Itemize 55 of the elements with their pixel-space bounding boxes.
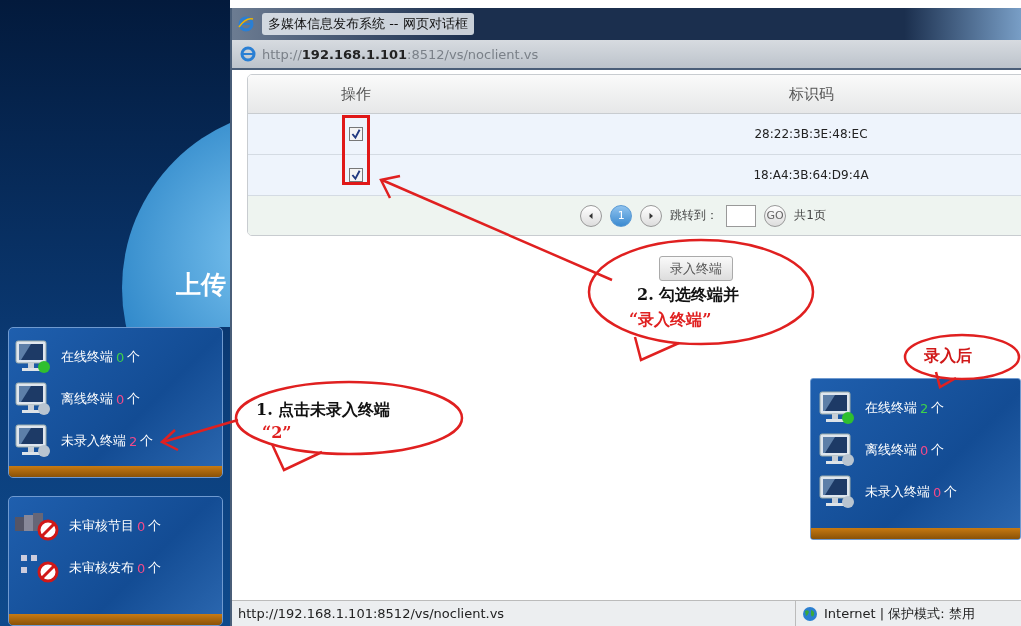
stat-label: 离线终端 xyxy=(865,441,917,459)
stat-unit: 个 xyxy=(148,517,162,535)
monitor-icon xyxy=(15,340,51,374)
monitor-icon xyxy=(819,391,855,425)
stat-unit: 个 xyxy=(127,348,141,366)
stat-label: 在线终端 xyxy=(865,399,917,417)
annotation-text: 1. 点击未录入终端 xyxy=(256,400,391,421)
stat-count: 0 xyxy=(116,391,125,407)
banner-title: 上传 xyxy=(176,269,226,301)
stat-count: 0 xyxy=(920,442,929,458)
stat-unit: 个 xyxy=(931,399,945,417)
browser-logo-icon xyxy=(238,16,254,32)
previous-page-button[interactable] xyxy=(580,204,603,227)
stat-label: 未审核发布 xyxy=(69,559,134,577)
stat-label: 在线终端 xyxy=(61,348,113,366)
globe-icon xyxy=(802,605,818,622)
annotation-highlight: “2” xyxy=(262,423,292,442)
stat-unit: 个 xyxy=(931,441,945,459)
monitor-icon xyxy=(15,424,51,458)
column-header: 标识码 xyxy=(787,83,835,105)
security-zone: Internet | 保护模式: 禁用 xyxy=(824,604,975,623)
go-button[interactable]: GO xyxy=(764,204,787,227)
stat-label: 离线终端 xyxy=(61,390,113,408)
monitor-icon xyxy=(15,382,51,416)
window-title: 多媒体信息发布系统 -- 网页对话框 xyxy=(262,13,474,35)
status-url: http://192.168.1.101:8512/vs/noclient.vs xyxy=(237,606,506,621)
checkbox[interactable] xyxy=(349,168,363,182)
monitor-icon xyxy=(819,433,855,467)
stat-count: 0 xyxy=(137,560,146,576)
stat-count: 2 xyxy=(129,433,138,449)
film-forbidden-icon xyxy=(15,511,59,541)
annotation-text: 录入后 xyxy=(924,346,972,367)
table-cell: 18:A4:3B:64:D9:4A xyxy=(753,168,869,182)
stat-unit: 个 xyxy=(127,390,141,408)
checkbox[interactable] xyxy=(349,127,363,141)
stat-count: 0 xyxy=(137,518,146,534)
stat-label: 未审核节目 xyxy=(69,517,134,535)
stat-count: 2 xyxy=(920,400,929,416)
next-page-button[interactable] xyxy=(640,204,663,227)
jump-label: 跳转到： xyxy=(670,207,719,224)
page-input[interactable] xyxy=(726,204,757,227)
stat-unit: 个 xyxy=(148,559,162,577)
stat-label: 未录入终端 xyxy=(61,432,126,450)
stat-count: 0 xyxy=(933,484,942,500)
stat-unit: 个 xyxy=(140,432,154,450)
column-header: 操作 xyxy=(340,83,372,105)
page-total: 共1页 xyxy=(794,207,826,224)
stat-count: 0 xyxy=(116,349,125,365)
table-cell: 28:22:3B:3E:48:EC xyxy=(754,127,868,141)
highlight-frame xyxy=(342,115,370,185)
monitor-icon xyxy=(819,475,855,509)
stat-label: 未录入终端 xyxy=(865,483,930,501)
stat-unit: 个 xyxy=(944,483,958,501)
address-text: http://192.168.1.101:8512/vs/noclient.vs xyxy=(262,46,539,62)
page-icon xyxy=(240,46,256,62)
